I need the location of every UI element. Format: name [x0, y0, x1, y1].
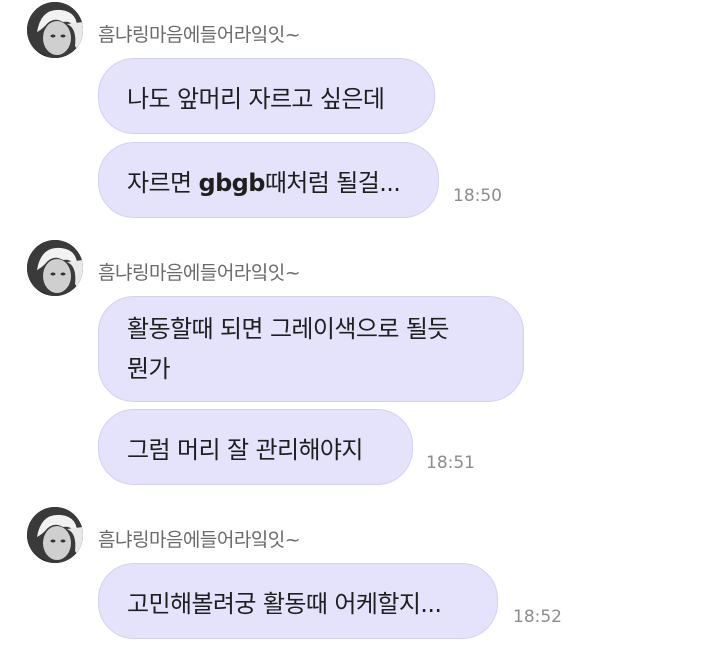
- avatar[interactable]: [27, 240, 83, 296]
- message-bold-text: gbgb: [198, 168, 265, 197]
- message-bubble[interactable]: 나도 앞머리 자르고 싶은데: [98, 58, 435, 134]
- message-bubble[interactable]: 고민해볼려궁 활동때 어케할지...: [98, 563, 498, 639]
- message-text: 자르면 gbgb때처럼 될걸...: [127, 168, 401, 197]
- message-bubble[interactable]: 그럼 머리 잘 관리해야지: [98, 409, 413, 485]
- sender-name: 흠냐링마음에들어라잌잇~: [98, 24, 301, 46]
- avatar[interactable]: [27, 507, 83, 563]
- message-bubble[interactable]: 자르면 gbgb때처럼 될걸...: [98, 142, 439, 218]
- message-text: 활동할때 되면 그레이색으로 될듯 뭔가: [127, 315, 449, 383]
- message-timestamp: 18:52: [513, 607, 562, 627]
- avatar[interactable]: [27, 2, 83, 58]
- message-timestamp: 18:51: [426, 453, 475, 473]
- profile-photo-avatar-icon: [27, 507, 83, 563]
- message-text: 고민해볼려궁 활동때 어케할지...: [127, 589, 442, 618]
- message-text: 나도 앞머리 자르고 싶은데: [127, 84, 385, 113]
- profile-photo-avatar-icon: [27, 2, 83, 58]
- message-text: 그럼 머리 잘 관리해야지: [127, 435, 363, 464]
- sender-name: 흠냐링마음에들어라잌잇~: [98, 529, 301, 551]
- profile-photo-avatar-icon: [27, 240, 83, 296]
- message-timestamp: 18:50: [453, 186, 502, 206]
- message-bubble[interactable]: 활동할때 되면 그레이색으로 될듯 뭔가: [98, 296, 524, 402]
- sender-name: 흠냐링마음에들어라잌잇~: [98, 262, 301, 284]
